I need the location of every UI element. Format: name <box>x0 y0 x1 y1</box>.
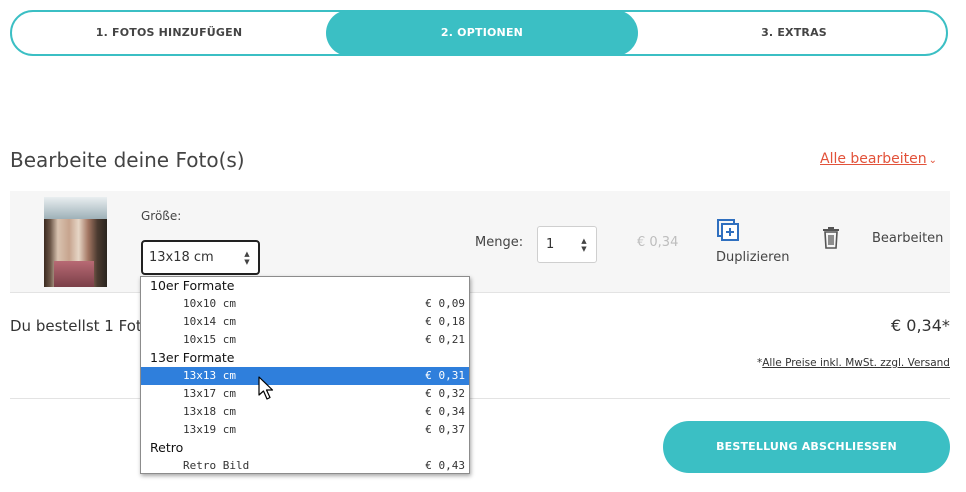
dropdown-option[interactable]: 10x15 cm € 0,21 <box>141 331 469 349</box>
order-total: € 0,34* <box>891 316 950 335</box>
mouse-cursor-icon <box>258 376 274 400</box>
option-label: 13x17 cm <box>183 387 236 400</box>
option-label: Retro Bild <box>183 459 250 472</box>
step-extras[interactable]: 3. EXTRAS <box>638 10 950 56</box>
updown-arrows-icon: ▲ ▼ <box>244 250 250 266</box>
quantity-label: Menge: <box>475 235 524 250</box>
updown-arrows-icon: ▲ ▼ <box>581 237 587 253</box>
trash-icon[interactable] <box>821 226 841 250</box>
size-dropdown-list: 10er Formate 10x10 cm € 0,09 10x14 cm € 0,… <box>140 276 470 474</box>
option-label: 10x15 cm <box>183 333 236 346</box>
size-select-value: 13x18 cm <box>149 250 214 265</box>
option-price: € 0,09 <box>425 297 465 310</box>
option-price: € 0,31 <box>425 369 465 382</box>
dropdown-option[interactable]: 10x10 cm € 0,09 <box>141 295 469 313</box>
option-price: € 0,37 <box>425 423 465 436</box>
edit-all-label: Alle bearbeiten <box>820 151 927 167</box>
dropdown-option-selected[interactable]: 13x13 cm € 0,31 <box>141 367 469 385</box>
step-options[interactable]: 2. OPTIONEN <box>326 10 638 56</box>
photo-thumbnail[interactable] <box>44 197 107 287</box>
quantity-value: 1 <box>546 237 555 252</box>
option-price: € 0,32 <box>425 387 465 400</box>
dropdown-option[interactable]: 13x18 cm € 0,34 <box>141 403 469 421</box>
quantity-select[interactable]: 1 ▲ ▼ <box>537 226 597 263</box>
dropdown-group-label: Retro <box>150 440 184 455</box>
chevron-down-icon: ⌄ <box>928 155 938 166</box>
option-label: 10x14 cm <box>183 315 236 328</box>
edit-button[interactable]: Bearbeiten <box>872 231 943 246</box>
page-title: Bearbeite deine Foto(s) <box>10 148 245 172</box>
dropdown-option[interactable]: Retro Bild € 0,43 <box>141 457 469 475</box>
price-note: *Alle Preise inkl. MwSt. zzgl. Versand <box>757 357 950 369</box>
order-summary: Du bestellst 1 Fot <box>10 317 142 335</box>
complete-order-button[interactable]: BESTELLUNG ABSCHLIESSEN <box>663 421 950 473</box>
edit-all-link[interactable]: Alle bearbeiten ⌄ <box>820 151 937 167</box>
option-price: € 0,43 <box>425 459 465 472</box>
option-price: € 0,18 <box>425 315 465 328</box>
dropdown-group-label: 10er Formate <box>150 278 235 293</box>
option-price: € 0,21 <box>425 333 465 346</box>
dropdown-option[interactable]: 13x19 cm € 0,37 <box>141 421 469 439</box>
dropdown-option[interactable]: 13x17 cm € 0,32 <box>141 385 469 403</box>
checkout-stepper: 1. FOTOS HINZUFÜGEN 2. OPTIONEN 3. EXTRA… <box>10 10 948 56</box>
price-note-link[interactable]: Alle Preise inkl. MwSt. zzgl. Versand <box>762 357 950 369</box>
dropdown-group-label: 13er Formate <box>150 350 235 365</box>
step-add-photos[interactable]: 1. FOTOS HINZUFÜGEN <box>12 10 326 56</box>
duplicate-icon[interactable] <box>716 218 740 242</box>
dropdown-option[interactable]: 10x14 cm € 0,18 <box>141 313 469 331</box>
size-select[interactable]: 13x18 cm ▲ ▼ <box>141 240 260 275</box>
option-label: 10x10 cm <box>183 297 236 310</box>
option-label: 13x19 cm <box>183 423 236 436</box>
option-price: € 0,34 <box>425 405 465 418</box>
unit-price: € 0,34 <box>637 235 679 250</box>
option-label: 13x18 cm <box>183 405 236 418</box>
duplicate-button[interactable]: Duplizieren <box>716 250 789 265</box>
size-label: Größe: <box>141 209 182 223</box>
option-label: 13x13 cm <box>183 369 236 382</box>
